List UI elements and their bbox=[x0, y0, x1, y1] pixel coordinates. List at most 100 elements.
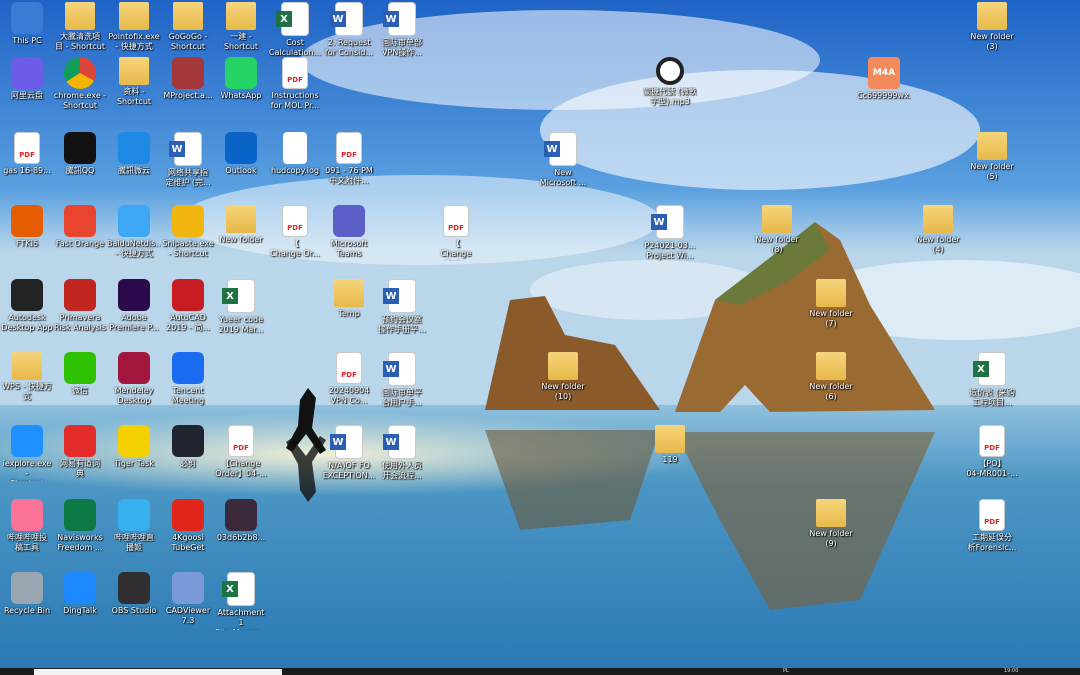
desktop-icon[interactable]: Navisworks Freedom ... bbox=[53, 499, 107, 553]
desktop-icon[interactable]: PDF 【Change Order】04-... bbox=[214, 425, 268, 479]
desktop-icon[interactable]: X Cost Calculation... bbox=[268, 2, 322, 58]
desktop-icon[interactable]: 资料 - Shortcut bbox=[107, 57, 161, 107]
cadviewer-icon bbox=[172, 572, 204, 604]
desktop-icon[interactable]: 哔哩哔哩投 稿工具 bbox=[0, 499, 54, 553]
folder-shortcut-icon bbox=[173, 2, 203, 30]
desktop-icon[interactable]: WPS - 快捷方 式 bbox=[0, 352, 54, 402]
desktop-icon-label: 4Kgoosi TubeGet bbox=[171, 533, 205, 552]
desktop-icon[interactable]: hudcopy.log bbox=[268, 132, 322, 176]
folder-shortcut-icon bbox=[65, 2, 95, 30]
desktop-icon[interactable]: PDF 工期延误分 析Forensic... bbox=[965, 499, 1019, 553]
desktop-icon[interactable]: iexplore.exe - Shortcut bbox=[0, 425, 54, 481]
desktop-icon[interactable]: 哔哩哔哩直 播姬 bbox=[107, 499, 161, 553]
desktop-icon-label: 【 Change Ord... bbox=[440, 239, 472, 261]
desktop-icon[interactable]: X 造价表 (采购 工程项目... bbox=[965, 352, 1019, 408]
desktop-icon[interactable]: New folder (9) bbox=[804, 499, 858, 549]
desktop-icon[interactable]: Outlook bbox=[214, 132, 268, 176]
desktop-icon-label: P24021-03... Project Wi... bbox=[644, 241, 696, 260]
desktop-icon-label: 使用外人员 开会流程... bbox=[382, 461, 422, 480]
media-file-icon bbox=[656, 57, 684, 85]
desktop-icon[interactable]: 一建 - Shortcut bbox=[214, 2, 268, 52]
desktop-icon[interactable]: FTKI6 bbox=[0, 205, 54, 249]
desktop-icon[interactable]: XAttachment 1 Site Manpo... bbox=[214, 572, 268, 630]
desktop-icon[interactable]: PDF Instructions for MOL Pr... bbox=[268, 57, 322, 111]
desktop-icon[interactable]: W N/A)OF FO EXCEPTION... bbox=[322, 425, 376, 481]
desktop-icon[interactable]: 大騰清洗項 目 - Shortcut bbox=[53, 2, 107, 52]
desktop-icon[interactable]: 騰訊QQ bbox=[53, 132, 107, 176]
folder-icon bbox=[816, 499, 846, 527]
desktop-icon[interactable]: 關機代號 (微軟 字型).mp3 bbox=[643, 57, 697, 107]
desktop-icon[interactable]: New folder (10) bbox=[536, 352, 590, 402]
tray-clock[interactable]: 19:00 bbox=[1004, 668, 1018, 674]
desktop-icon[interactable]: PDF 【 Change Or... bbox=[268, 205, 322, 259]
desktop-icon-label: Navisworks Freedom ... bbox=[57, 533, 103, 552]
desktop-icon[interactable]: PDF 20240904 VPN Co... bbox=[322, 352, 376, 406]
desktop-icon[interactable]: 119 bbox=[643, 425, 697, 465]
desktop-icon[interactable]: 4Kgoosi TubeGet bbox=[161, 499, 215, 553]
desktop-icon[interactable]: GoGoGo - Shortcut bbox=[161, 2, 215, 52]
desktop-icon[interactable]: W 2. Request for Consid... bbox=[322, 2, 376, 58]
desktop-icon[interactable]: DingTalk bbox=[53, 572, 107, 616]
desktop-icon[interactable]: Recycle Bin bbox=[0, 572, 54, 616]
desktop-icon[interactable]: PDF【 Change Ord... bbox=[429, 205, 483, 261]
desktop-icon[interactable]: New folder bbox=[214, 205, 268, 245]
taskbar-search-box[interactable] bbox=[34, 669, 282, 675]
desktop-icon-label: This PC bbox=[12, 36, 42, 45]
tray-language-indicator[interactable]: PL bbox=[783, 668, 789, 674]
desktop-icon[interactable]: BaiduNetdis... - 快捷方式 bbox=[107, 205, 161, 259]
desktop-icon[interactable]: Microsoft Teams bbox=[322, 205, 376, 259]
recycle-bin-icon bbox=[11, 572, 43, 604]
desktop-icon[interactable]: PDF 【PO】 04-MR001-... bbox=[965, 425, 1019, 479]
desktop-icon[interactable]: Snipaste.exe - Shortcut bbox=[161, 205, 215, 259]
desktop-icon[interactable]: New folder (7) bbox=[804, 279, 858, 329]
word-icon: W bbox=[544, 132, 577, 166]
desktop-icon[interactable]: Autodesk Desktop App bbox=[0, 279, 54, 333]
desktop-icon[interactable]: New folder (6) bbox=[804, 352, 858, 402]
desktop-icon[interactable]: 必剪 bbox=[161, 425, 215, 469]
desktop-icon[interactable]: New folder (5) bbox=[965, 132, 1019, 182]
desktop-icon[interactable]: Pointofix.exe - 快捷方式 bbox=[107, 2, 161, 52]
desktop-icon[interactable]: W 使用外人员 开会流程... bbox=[375, 425, 429, 481]
desktop-icon[interactable]: WhatsApp bbox=[214, 57, 268, 101]
desktop-icon[interactable]: W 国际审单部 VPN操作... bbox=[375, 2, 429, 58]
desktop-icon-label: 03d6b2b8... bbox=[216, 533, 266, 542]
desktop-icon[interactable]: X Yueer code 2019 Mar... bbox=[214, 279, 268, 335]
desktop-icon[interactable]: 微信 bbox=[53, 352, 107, 396]
desktop-icon[interactable]: CADViewer 7.3 bbox=[161, 572, 215, 626]
desktop-icon[interactable]: New folder (3) bbox=[965, 2, 1019, 52]
desktop-icon-label: gas 16-89... bbox=[3, 166, 51, 175]
desktop-icon[interactable]: 网易有道词 典 bbox=[53, 425, 107, 479]
desktop-icon[interactable]: AutoCAD 2019 - 简... bbox=[161, 279, 215, 333]
snipaste-icon bbox=[172, 205, 204, 237]
desktop-icon[interactable]: Tencent Meeting bbox=[161, 352, 215, 406]
desktop-icon[interactable]: OBS Studio bbox=[107, 572, 161, 616]
desktop-icon[interactable]: W New Microsoft ... bbox=[536, 132, 590, 188]
desktop-icon-label: Attachment 1 Site Manpo... bbox=[215, 608, 267, 630]
aliyun-drive-icon bbox=[11, 57, 43, 89]
desktop-icon[interactable]: 騰訊微云 bbox=[107, 132, 161, 176]
desktop-icon[interactable]: W 网络共享指 定维护 (完... bbox=[161, 132, 215, 188]
desktop-icon[interactable]: New folder (4) bbox=[911, 205, 965, 255]
word-icon: W bbox=[330, 2, 363, 36]
desktop-icon[interactable]: PDF 091 - 76 PM 中文附件... bbox=[322, 132, 376, 186]
desktop-icon[interactable]: Temp bbox=[322, 279, 376, 319]
desktop-icon[interactable]: W 预约会议室 操作手册平... bbox=[375, 279, 429, 335]
folder-icon bbox=[548, 352, 578, 380]
desktop-icon[interactable]: W P24021-03... Project Wi... bbox=[643, 205, 697, 261]
desktop-icon[interactable]: Primavera Risk Analysis bbox=[53, 279, 107, 333]
desktop-icon-label: 一建 - Shortcut bbox=[223, 32, 259, 51]
desktop-icon[interactable]: Tiger Task bbox=[107, 425, 161, 469]
desktop-icon[interactable]: W 国际审单平 台用户手... bbox=[375, 352, 429, 408]
desktop-icon[interactable]: This PC bbox=[0, 2, 54, 46]
desktop-icon[interactable]: 阿里云盘 bbox=[0, 57, 54, 101]
desktop-icon[interactable]: PDF gas 16-89... bbox=[0, 132, 54, 176]
desktop-icon[interactable]: MProject.a... bbox=[161, 57, 215, 101]
desktop-icon[interactable]: Mendeley Desktop bbox=[107, 352, 161, 406]
desktop-icon[interactable]: M4A Cc699999wx... bbox=[857, 57, 911, 101]
desktop-icon[interactable]: Adobe Premiere P... bbox=[107, 279, 161, 333]
desktop-icon[interactable]: chrome.exe - Shortcut bbox=[53, 57, 107, 111]
desktop-icon[interactable]: 03d6b2b8... bbox=[214, 499, 268, 543]
desktop-icon[interactable]: Fast Orange bbox=[53, 205, 107, 249]
folder-icon bbox=[655, 425, 685, 453]
desktop-icon[interactable]: New folder (8) bbox=[750, 205, 804, 255]
